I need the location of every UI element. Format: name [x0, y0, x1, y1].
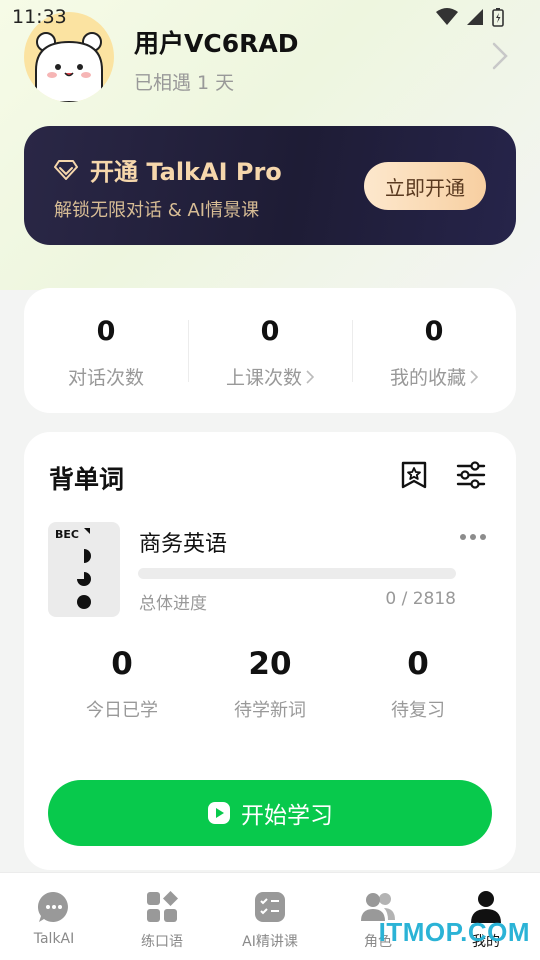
tab-label: 练口语	[141, 934, 183, 950]
stats-card: 0 对话次数 0 上课次数 0 我的收藏	[24, 288, 516, 413]
open-pro-button[interactable]: 立即开通	[364, 162, 486, 210]
stat-label: 我的收藏	[352, 363, 516, 390]
book-cover[interactable]: BEC	[48, 522, 120, 617]
chat-bubble-icon	[37, 891, 68, 922]
status-time: 11:33	[12, 6, 67, 28]
grid-icon	[147, 891, 178, 922]
chevron-right-icon[interactable]	[492, 42, 508, 70]
pro-subtitle: 解锁无限对话 & AI情景课	[54, 200, 260, 221]
progress-label: 总体进度	[139, 594, 207, 614]
tab-speaking[interactable]: 练口语	[108, 873, 216, 960]
diamond-icon	[54, 159, 78, 180]
more-options-icon[interactable]	[460, 534, 486, 540]
play-icon	[208, 802, 230, 824]
stat-value: 0	[407, 646, 429, 682]
stat-value: 20	[248, 646, 292, 682]
tab-ai-lessons[interactable]: AI精讲课	[216, 873, 324, 960]
stat-favorites[interactable]: 0 我的收藏	[352, 288, 516, 413]
chevron-right-icon	[470, 369, 478, 384]
pro-title-text: 开通 TalkAI Pro	[90, 158, 282, 186]
tab-label: TalkAI	[33, 931, 75, 947]
checklist-icon	[255, 892, 285, 922]
stat-label: 上课次数	[188, 363, 352, 390]
status-bar: 11:33	[0, 0, 540, 34]
pro-title: 开通 TalkAI Pro	[54, 152, 282, 187]
vocab-card: 背单词 BEC 商务英语 总体进度 0 / 2818 0 今日已学 20 待学新…	[24, 432, 516, 870]
tab-talkai[interactable]: TalkAI	[0, 873, 108, 960]
chevron-right-icon	[306, 369, 314, 384]
stat-label: 今日已学	[86, 700, 158, 721]
vocab-title: 背单词	[49, 465, 125, 494]
pro-upgrade-card[interactable]: 开通 TalkAI Pro 解锁无限对话 & AI情景课 立即开通	[24, 126, 516, 245]
stat-lessons[interactable]: 0 上课次数	[188, 288, 352, 413]
book-name: 商务英语	[139, 532, 228, 557]
stat-value: 0	[96, 316, 116, 347]
status-icons	[436, 7, 504, 27]
progress-bar	[138, 568, 456, 579]
wifi-icon	[436, 8, 458, 25]
cell-signal-icon	[467, 9, 483, 25]
stat-conversations[interactable]: 0 对话次数	[24, 288, 188, 413]
site-watermark: ITMOP.COM	[378, 917, 530, 947]
stat-label: 对话次数	[67, 367, 144, 389]
stat-review: 0 待复习	[348, 646, 488, 722]
stat-value: 0	[111, 646, 133, 682]
stat-value: 0	[424, 316, 444, 347]
settings-sliders-icon[interactable]	[456, 460, 486, 490]
stat-label: 待复习	[391, 700, 445, 721]
star-badge-icon[interactable]	[400, 460, 428, 490]
battery-icon	[492, 8, 504, 27]
progress-count: 0 / 2818	[385, 589, 456, 609]
stat-value: 0	[260, 316, 280, 347]
stat-new-words: 20 待学新词	[200, 646, 340, 722]
tab-label: AI精讲课	[242, 934, 298, 950]
start-learning-button[interactable]: 开始学习	[48, 780, 492, 846]
moon-phases-icon	[77, 528, 91, 609]
met-days-text: 已相遇 1 天	[134, 72, 235, 94]
stat-learned-today: 0 今日已学	[52, 646, 192, 722]
start-learning-label: 开始学习	[241, 803, 333, 829]
stat-label: 待学新词	[234, 700, 306, 721]
